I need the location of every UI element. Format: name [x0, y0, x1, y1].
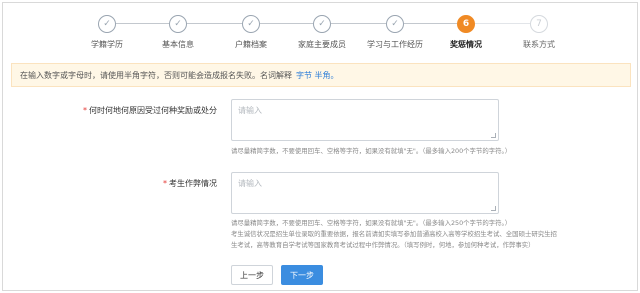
- required-mark: *: [163, 179, 167, 188]
- integrity-placeholder: 请输入: [238, 179, 262, 188]
- integrity-field-label: * 考生作弊情况: [163, 178, 217, 189]
- check-icon: ✓: [169, 15, 187, 33]
- reward-placeholder: 请输入: [238, 106, 262, 115]
- resize-handle[interactable]: [491, 206, 496, 211]
- step-number: 7: [530, 15, 548, 33]
- integrity-hint: 生考试，高等教育自学考试等国家教育考试过程中作弊情况。（填写例时，何地，参加何种…: [231, 241, 535, 249]
- reward-textarea[interactable]: 请输入: [231, 99, 499, 141]
- step-family-members[interactable]: ✓ 家庭主要成员: [282, 15, 362, 50]
- integrity-textarea[interactable]: 请输入: [231, 172, 499, 214]
- step-label: 奖惩情况: [450, 40, 482, 49]
- check-icon: ✓: [242, 15, 260, 33]
- step-label: 户籍档案: [235, 40, 267, 49]
- step-basic-info[interactable]: ✓ 基本信息: [138, 15, 218, 50]
- required-mark: *: [83, 106, 87, 115]
- check-icon: ✓: [386, 15, 404, 33]
- progress-stepper: ✓ 学籍学历 ✓ 基本信息 ✓ 户籍档案 ✓ 家庭主要成员 ✓ 学习与工作经历 …: [3, 3, 639, 59]
- registration-form-window: ✓ 学籍学历 ✓ 基本信息 ✓ 户籍档案 ✓ 家庭主要成员 ✓ 学习与工作经历 …: [2, 2, 638, 291]
- integrity-hint: 考生诚信状况是招生单位录取的重要依据，报名前请如实填写参加普通高校入高等学校招生…: [231, 230, 557, 238]
- integrity-hint: 请尽量精简字数，不要使用回车、空格等字符，如果没有就填"无"。（最多输入250个…: [231, 219, 512, 227]
- input-notice: 在输入数字或字母时，请使用半角字符，否则可能会造成报名失败。名词解释 字节 半角…: [11, 63, 631, 87]
- step-household-file[interactable]: ✓ 户籍档案: [211, 15, 291, 50]
- next-step-button[interactable]: 下一步: [281, 265, 323, 285]
- step-education[interactable]: ✓ 学籍学历: [67, 15, 147, 50]
- check-icon: ✓: [313, 15, 331, 33]
- glossary-link[interactable]: 字节 半角。: [296, 70, 339, 81]
- resize-handle[interactable]: [491, 133, 496, 138]
- step-label: 学籍学历: [91, 40, 123, 49]
- check-icon: ✓: [98, 15, 116, 33]
- reward-hint: 请尽量精简字数，不要使用回车、空格等字符，如果没有就填"无"。（最多输入200个…: [231, 147, 512, 155]
- notice-text: 在输入数字或字母时，请使用半角字符，否则可能会造成报名失败。名词解释: [20, 70, 292, 80]
- step-contact[interactable]: 7 联系方式: [499, 15, 579, 50]
- step-label: 家庭主要成员: [298, 40, 346, 49]
- integrity-label-text: 考生作弊情况: [169, 179, 217, 188]
- previous-step-button[interactable]: 上一步: [231, 265, 273, 285]
- step-label: 联系方式: [523, 40, 555, 49]
- step-label: 基本信息: [162, 40, 194, 49]
- reward-label-text: 何时何地何原因受过何种奖励或处分: [89, 106, 217, 115]
- step-number: 6: [457, 15, 475, 33]
- step-study-work[interactable]: ✓ 学习与工作经历: [355, 15, 435, 50]
- step-rewards-punishments[interactable]: 6 奖惩情况: [426, 15, 506, 50]
- step-label: 学习与工作经历: [367, 40, 423, 49]
- reward-field-label: * 何时何地何原因受过何种奖励或处分: [83, 105, 217, 116]
